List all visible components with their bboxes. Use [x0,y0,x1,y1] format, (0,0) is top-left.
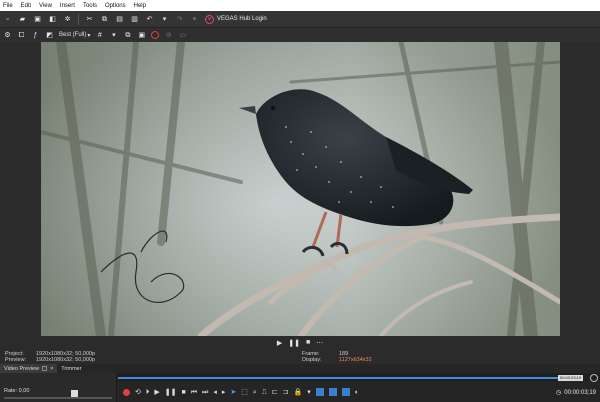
preview-transport: ▶ ❚❚ ■ ⋯ [0,336,600,349]
menu-tools[interactable]: Tools [83,3,97,9]
timeline-area: Rate: 0,00 00:00:03;19 ⟲ ⏵ ▶ ❚❚ ■ ⏮ ⏭ ◂ … [0,373,600,402]
save-snapshot-icon[interactable]: ▣ [137,31,146,40]
open-icon[interactable]: ▰ [18,15,27,24]
quality-value: Best (Full) [59,32,87,38]
scopes-icon[interactable]: ⊘ [164,31,173,40]
next-frame-icon[interactable]: ▸ [222,389,226,396]
rate-panel: Rate: 0,00 [0,373,117,402]
envelope-icon[interactable]: ◐ [355,389,359,396]
vegas-logo-icon: v [205,14,214,24]
starling-photo [41,42,560,336]
new-icon[interactable]: ▫ [3,15,12,24]
redo-icon[interactable]: ↷ [175,15,184,24]
menu-options[interactable]: Options [105,3,126,9]
preview-value: 1920x1080x32; 50,000p [36,357,96,363]
prev-frame-icon[interactable]: ◂ [213,389,217,396]
play-from-start-icon[interactable]: ⏵ [146,389,150,396]
pause-icon[interactable]: ❚❚ [288,339,300,347]
copy-icon[interactable]: ⧉ [100,15,109,24]
gear-icon[interactable]: ⚙ [3,31,12,40]
select-tool-icon[interactable]: ⬚ [241,389,248,396]
display-value: 1127x634x32 [339,357,372,363]
trim-end-icon[interactable]: ⊐ [283,389,289,396]
crossfade-icon[interactable] [341,388,350,396]
close-icon[interactable] [42,366,48,371]
stop-icon[interactable]: ■ [182,389,186,396]
timeline-progress [118,377,558,379]
timeline-controls: ⟲ ⏵ ▶ ❚❚ ■ ⏮ ⏭ ◂ ▸ ➤ ⬚ ⌕ ⎍ ⊏ ⊐ 🔒 ▾ ◐ [118,385,600,399]
zoom-tool-icon[interactable]: ⌕ [253,389,257,396]
menu-insert[interactable]: Insert [60,3,75,9]
hub-login-label: VEGAS Hub Login [217,16,267,22]
rate-label: Rate: 0,00 [4,388,30,394]
overlay-icon[interactable]: ◩ [45,31,54,40]
auto-ripple-icon[interactable] [328,388,337,396]
tab-label: Trimmer [61,365,82,372]
copy-snapshot-icon[interactable]: ⧉ [123,31,132,40]
video-frame [41,42,560,336]
close-x-icon[interactable]: × [50,366,53,372]
lock-icon[interactable]: 🔒 [293,389,302,396]
record-icon[interactable] [151,31,160,39]
video-preview-panel [0,42,600,336]
tab-trimmer[interactable]: Trimmer [57,364,85,373]
vegas-hub-login[interactable]: v VEGAS Hub Login [205,14,267,24]
tab-label: Video Preview [4,365,40,372]
settings-icon[interactable]: ✲ [63,15,72,24]
loop-icon[interactable]: ⟲ [135,389,141,396]
menu-bar: File Edit View Insert Tools Options Help [0,0,600,11]
chevron-down-icon: ▾ [87,32,91,39]
monitor-icon[interactable]: ▭ [178,31,187,40]
tab-video-preview[interactable]: Video Preview × [0,364,58,373]
trim-start-icon[interactable]: ⊏ [272,389,278,396]
save-icon[interactable]: ▣ [33,15,42,24]
marker-icon[interactable]: ▾ [307,389,311,396]
cursor-marker[interactable]: 00:00:03;19 [558,375,584,381]
play-icon[interactable]: ▶ [277,339,282,347]
more-icon[interactable]: ⋯ [316,339,323,347]
undo-icon[interactable]: ↶ [145,15,154,24]
timecode-value: 00:00:03;19 [564,389,596,396]
properties-icon[interactable]: ◧ [48,15,57,24]
normal-edit-tool-icon[interactable]: ➤ [230,389,236,396]
preview-toolbar: ⚙ ⧠ ƒ ◩ Best (Full) ▾ # ▾ ⧉ ▣ ⊘ ▭ [0,28,600,42]
pause-icon[interactable]: ❚❚ [165,389,177,396]
main-toolbar: ▫ ▰ ▣ ◧ ✲ ✂ ⧉ ▤ ▥ ↶ ▾ ↷ ▾ v VEGAS Hub Lo… [0,11,600,28]
go-to-end-icon[interactable]: ⏭ [202,389,208,396]
menu-help[interactable]: Help [134,3,146,9]
fx-icon[interactable]: ƒ [31,31,40,40]
grid-dropdown-icon[interactable]: ▾ [109,31,118,40]
rate-slider[interactable] [4,397,112,399]
rate-slider-thumb[interactable] [71,390,78,397]
snap-icon[interactable] [315,388,324,396]
panel-tabs: Video Preview × Trimmer [0,364,600,373]
play-icon[interactable]: ▶ [154,389,159,396]
menu-edit[interactable]: Edit [21,3,31,9]
add-marker-icon[interactable] [590,374,598,382]
preview-info: Project: 1920x1080x32; 50,000p Preview: … [0,349,600,364]
clock-icon: ◷ [556,390,562,396]
history-dropdown-icon[interactable]: ▾ [160,15,169,24]
paste-icon[interactable]: ▤ [115,15,124,24]
trash-icon[interactable]: ▥ [130,15,139,24]
timecode-display: ◷ 00:00:03;19 [556,389,596,397]
stop-icon[interactable]: ■ [306,339,310,346]
split-icon[interactable]: ⎍ [262,389,267,396]
go-to-start-icon[interactable]: ⏮ [191,389,197,396]
preview-label: Preview: [5,357,27,363]
toolbar-divider [78,13,79,25]
split-screen-icon[interactable]: ⧠ [17,31,26,40]
menu-file[interactable]: File [3,3,13,9]
menu-view[interactable]: View [39,3,52,9]
cut-icon[interactable]: ✂ [85,15,94,24]
grid-icon[interactable]: # [95,31,104,40]
record-icon[interactable] [123,388,130,396]
redo-dropdown-icon[interactable]: ▾ [190,15,199,24]
quality-select[interactable]: Best (Full) ▾ [59,32,90,39]
display-label: Display: [302,357,322,363]
